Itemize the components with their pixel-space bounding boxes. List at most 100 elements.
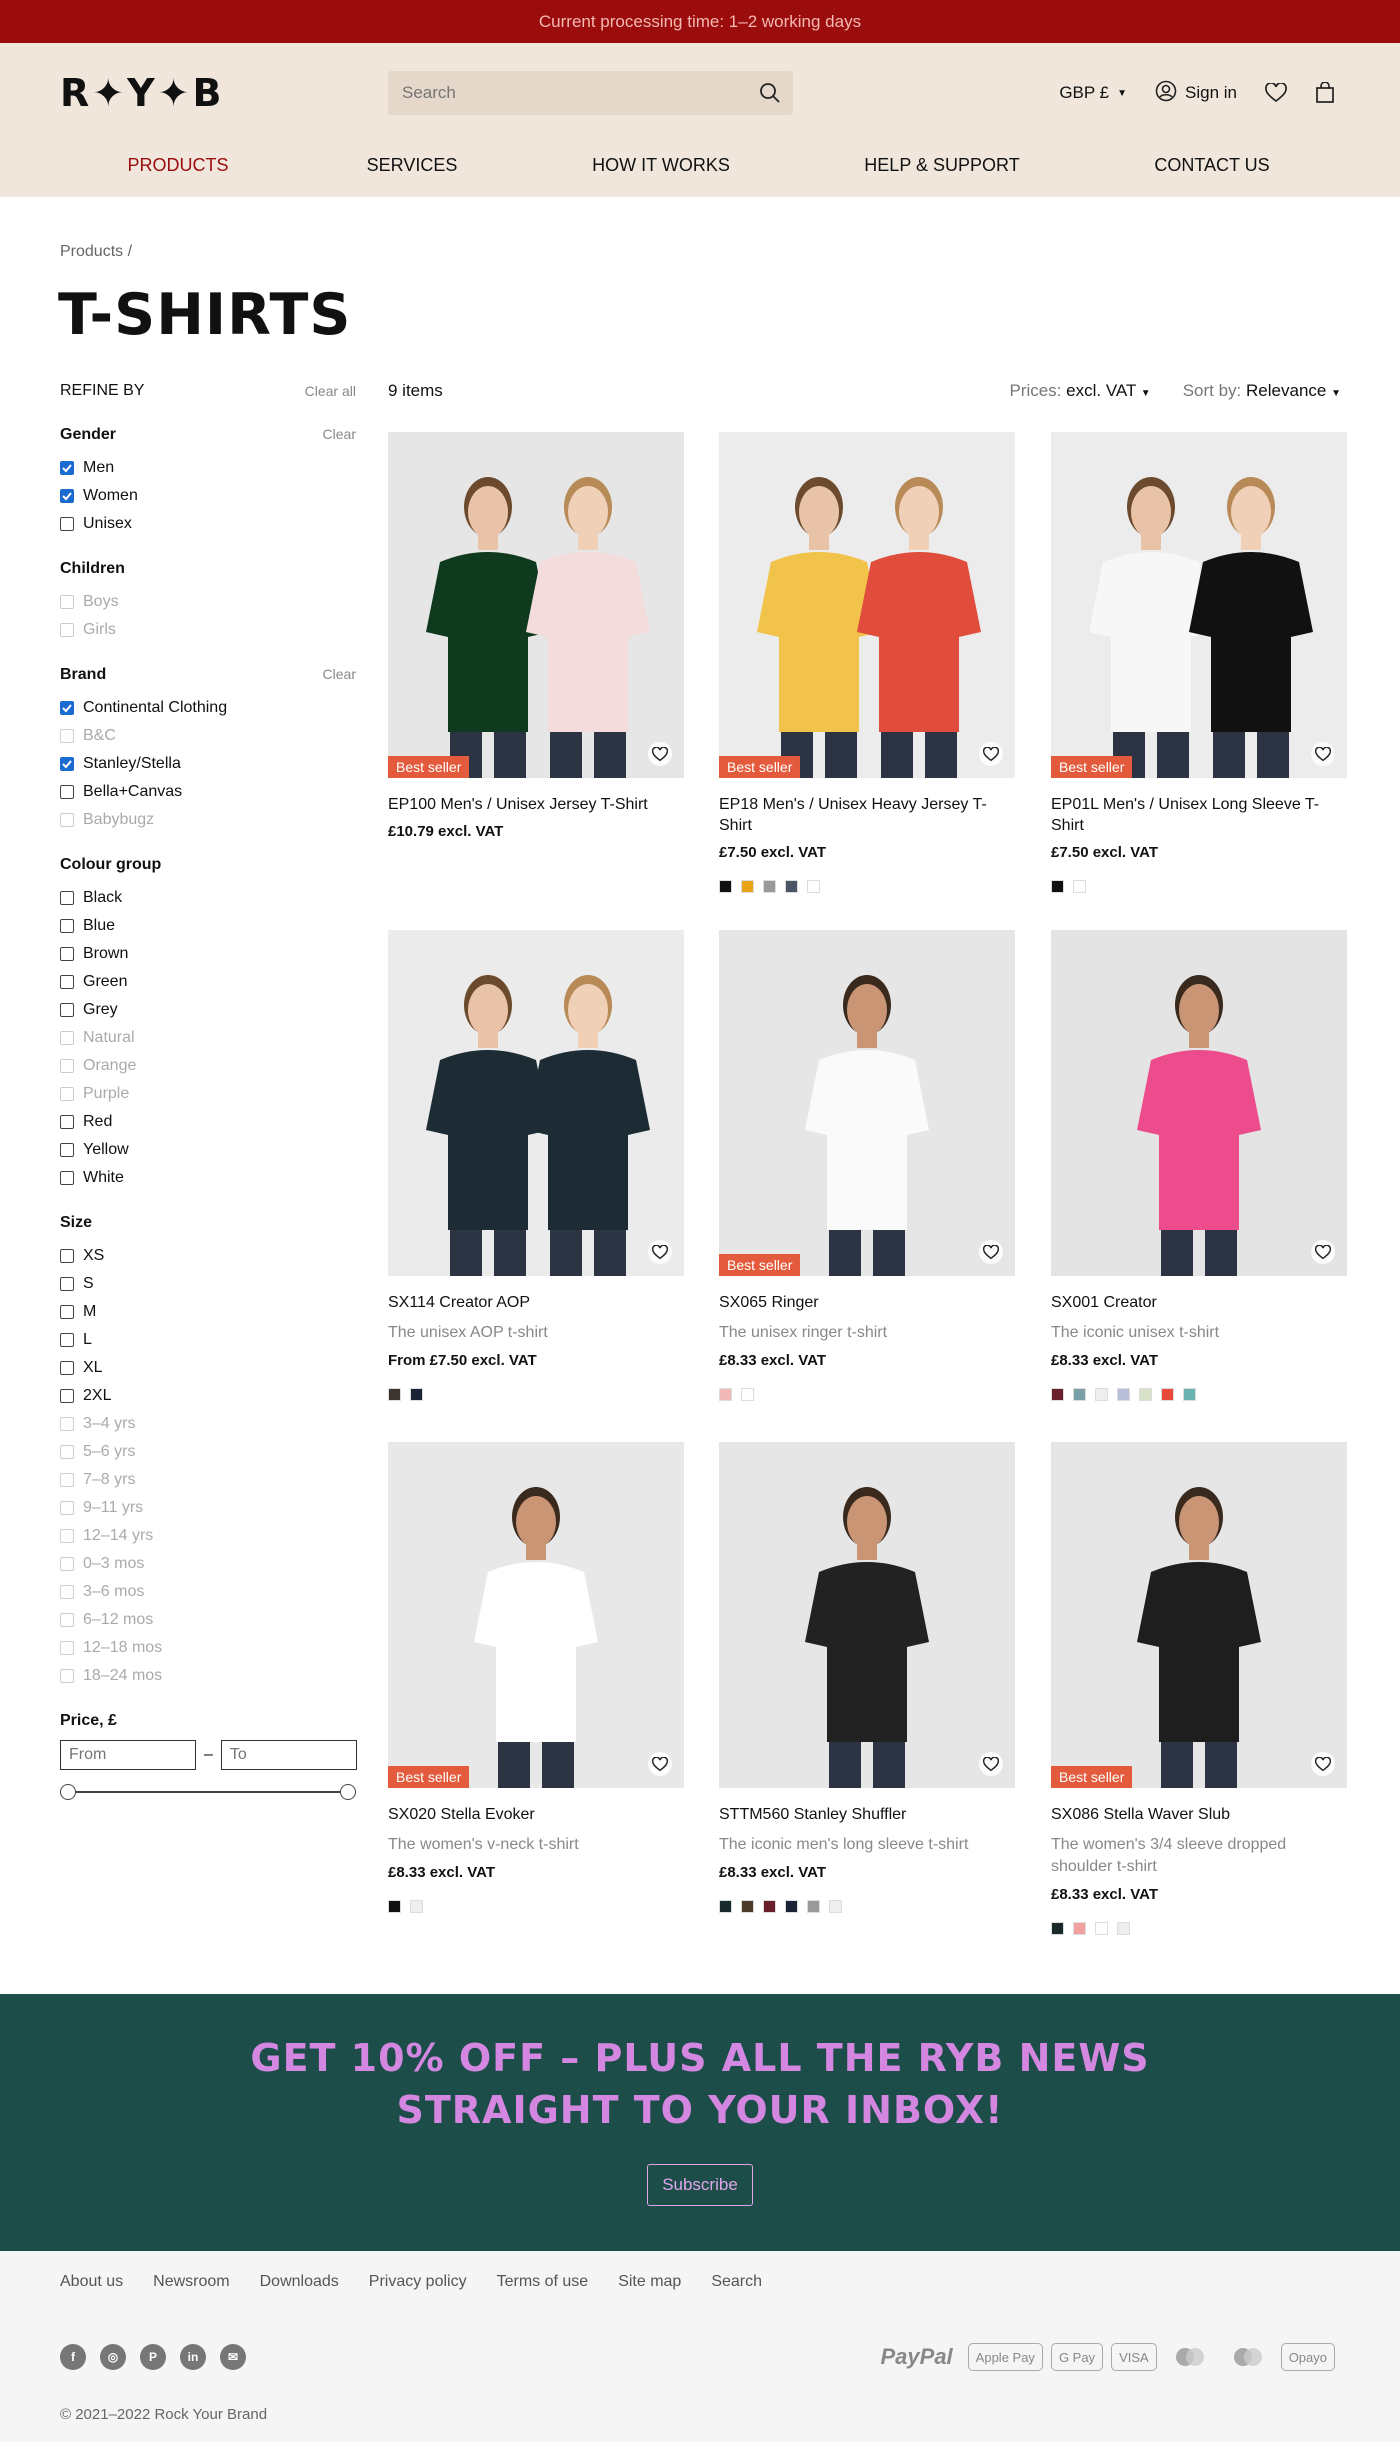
- checkbox[interactable]: [60, 461, 74, 475]
- product-card[interactable]: Best seller SX020 Stella Evoker The wome…: [388, 1442, 684, 1913]
- product-image[interactable]: Best seller: [1051, 1442, 1347, 1788]
- checkbox[interactable]: [60, 1143, 74, 1157]
- filter-option[interactable]: Boys: [60, 588, 356, 616]
- footer-link[interactable]: Terms of use: [497, 2273, 589, 2291]
- checkbox[interactable]: [60, 701, 74, 715]
- facebook-icon[interactable]: f: [60, 2344, 86, 2370]
- filter-option[interactable]: Red: [60, 1108, 356, 1136]
- filter-option[interactable]: Brown: [60, 940, 356, 968]
- colour-swatch[interactable]: [388, 1388, 401, 1401]
- filter-option[interactable]: Unisex: [60, 510, 356, 538]
- filter-option[interactable]: XS: [60, 1242, 356, 1270]
- checkbox[interactable]: [60, 489, 74, 503]
- checkbox[interactable]: [60, 517, 74, 531]
- filter-option[interactable]: Stanley/Stella: [60, 750, 356, 778]
- search-input[interactable]: [388, 71, 728, 115]
- filter-option[interactable]: Grey: [60, 996, 356, 1024]
- filter-option[interactable]: 2XL: [60, 1382, 356, 1410]
- product-card[interactable]: Best seller EP100 Men's / Unisex Jersey …: [388, 432, 684, 859]
- nav-products[interactable]: PRODUCTS: [127, 155, 228, 176]
- footer-link[interactable]: Search: [711, 2273, 762, 2291]
- favorite-heart-icon[interactable]: [648, 1240, 672, 1264]
- checkbox[interactable]: [60, 1473, 74, 1487]
- checkbox[interactable]: [60, 1249, 74, 1263]
- sign-in-link[interactable]: Sign in: [1155, 80, 1237, 107]
- filter-option[interactable]: 9–11 yrs: [60, 1494, 356, 1522]
- checkbox[interactable]: [60, 1529, 74, 1543]
- colour-swatch[interactable]: [1095, 1388, 1108, 1401]
- email-icon[interactable]: ✉: [220, 2344, 246, 2370]
- checkbox[interactable]: [60, 729, 74, 743]
- instagram-icon[interactable]: ◎: [100, 2344, 126, 2370]
- filter-option[interactable]: Black: [60, 884, 356, 912]
- filter-option[interactable]: Babybugz: [60, 806, 356, 834]
- checkbox[interactable]: [60, 785, 74, 799]
- filter-option[interactable]: 12–18 mos: [60, 1634, 356, 1662]
- product-card[interactable]: Best seller EP18 Men's / Unisex Heavy Je…: [719, 432, 1015, 893]
- filter-option[interactable]: White: [60, 1164, 356, 1192]
- filter-option[interactable]: Green: [60, 968, 356, 996]
- checkbox[interactable]: [60, 1389, 74, 1403]
- sort-select[interactable]: Sort by: Relevance ▼: [1183, 381, 1341, 401]
- product-name[interactable]: SX086 Stella Waver Slub: [1051, 1804, 1347, 1825]
- filter-option[interactable]: Men: [60, 454, 356, 482]
- filter-option[interactable]: S: [60, 1270, 356, 1298]
- checkbox[interactable]: [60, 1613, 74, 1627]
- colour-swatch[interactable]: [1051, 1388, 1064, 1401]
- pinterest-icon[interactable]: P: [140, 2344, 166, 2370]
- checkbox[interactable]: [60, 595, 74, 609]
- colour-swatch[interactable]: [807, 1900, 820, 1913]
- colour-swatch[interactable]: [741, 1388, 754, 1401]
- filter-option[interactable]: 3–4 yrs: [60, 1410, 356, 1438]
- colour-swatch[interactable]: [1073, 1922, 1086, 1935]
- colour-swatch[interactable]: [1117, 1922, 1130, 1935]
- colour-swatch[interactable]: [829, 1900, 842, 1913]
- footer-link[interactable]: Newsroom: [153, 2273, 229, 2291]
- colour-swatch[interactable]: [785, 1900, 798, 1913]
- filter-option[interactable]: 0–3 mos: [60, 1550, 356, 1578]
- colour-swatch[interactable]: [1051, 880, 1064, 893]
- nav-help-support[interactable]: HELP & SUPPORT: [864, 155, 1019, 176]
- checkbox[interactable]: [60, 1585, 74, 1599]
- colour-swatch[interactable]: [719, 1388, 732, 1401]
- search-icon[interactable]: [759, 82, 781, 109]
- nav-services[interactable]: SERVICES: [367, 155, 458, 176]
- product-card[interactable]: Best seller SX065 Ringer The unisex ring…: [719, 930, 1015, 1401]
- checkbox[interactable]: [60, 975, 74, 989]
- colour-swatch[interactable]: [1073, 880, 1086, 893]
- favorite-heart-icon[interactable]: [1311, 1752, 1335, 1776]
- checkbox[interactable]: [60, 1417, 74, 1431]
- filter-option[interactable]: Natural: [60, 1024, 356, 1052]
- product-image[interactable]: Best seller: [719, 930, 1015, 1276]
- subscribe-button[interactable]: Subscribe: [647, 2164, 753, 2206]
- filter-option[interactable]: XL: [60, 1354, 356, 1382]
- favorite-heart-icon[interactable]: [979, 742, 1003, 766]
- colour-swatch[interactable]: [741, 880, 754, 893]
- product-image[interactable]: Best seller: [719, 432, 1015, 778]
- checkbox[interactable]: [60, 1641, 74, 1655]
- colour-swatch[interactable]: [807, 880, 820, 893]
- colour-swatch[interactable]: [741, 1900, 754, 1913]
- filter-option[interactable]: Yellow: [60, 1136, 356, 1164]
- checkbox[interactable]: [60, 919, 74, 933]
- product-image[interactable]: Best seller: [1051, 432, 1347, 778]
- favorite-heart-icon[interactable]: [648, 1752, 672, 1776]
- colour-swatch[interactable]: [763, 880, 776, 893]
- checkbox[interactable]: [60, 1557, 74, 1571]
- product-name[interactable]: EP01L Men's / Unisex Long Sleeve T-Shirt: [1051, 794, 1347, 836]
- filter-option[interactable]: M: [60, 1298, 356, 1326]
- product-name[interactable]: SX001 Creator: [1051, 1292, 1347, 1313]
- linkedin-icon[interactable]: in: [180, 2344, 206, 2370]
- nav-contact-us[interactable]: CONTACT US: [1154, 155, 1269, 176]
- logo[interactable]: R✦Y✦B: [60, 71, 224, 115]
- colour-swatch[interactable]: [1073, 1388, 1086, 1401]
- price-to-input[interactable]: [220, 1740, 357, 1770]
- product-card[interactable]: Best seller SX086 Stella Waver Slub The …: [1051, 1442, 1347, 1935]
- product-image[interactable]: [388, 930, 684, 1276]
- bag-icon[interactable]: [1315, 82, 1335, 104]
- product-image[interactable]: Best seller: [388, 432, 684, 778]
- checkbox[interactable]: [60, 891, 74, 905]
- checkbox[interactable]: [60, 1333, 74, 1347]
- product-name[interactable]: EP18 Men's / Unisex Heavy Jersey T-Shirt: [719, 794, 1015, 836]
- checkbox[interactable]: [60, 1031, 74, 1045]
